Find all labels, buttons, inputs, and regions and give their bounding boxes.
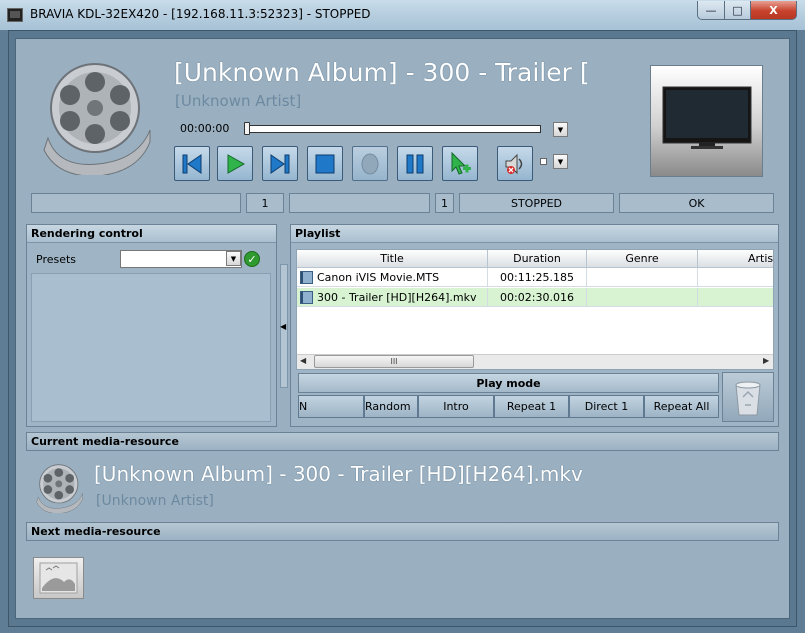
video-file-icon bbox=[300, 291, 313, 304]
remove-from-playlist-button[interactable] bbox=[722, 372, 774, 422]
image-placeholder-icon bbox=[39, 562, 78, 594]
row-title: 300 - Trailer [HD][H264].mkv bbox=[317, 291, 477, 304]
speaker-mute-icon bbox=[505, 153, 523, 174]
stop-button[interactable] bbox=[307, 146, 343, 181]
recycle-bin-icon bbox=[735, 381, 761, 416]
play-mode-intro[interactable]: Intro bbox=[418, 395, 494, 418]
scroll-right-arrow-icon[interactable]: ▶ bbox=[763, 356, 769, 365]
add-cursor-icon bbox=[451, 151, 471, 175]
minimize-button[interactable]: — bbox=[697, 1, 725, 20]
tv-app-icon bbox=[7, 8, 23, 22]
presets-label: Presets bbox=[36, 253, 77, 266]
presets-select[interactable] bbox=[120, 250, 242, 268]
scrollbar-thumb[interactable]: III bbox=[314, 355, 474, 368]
presets-dropdown-button[interactable]: ▼ bbox=[226, 251, 241, 266]
window-title: BRAVIA KDL-32EX420 - [192.168.11.3:52323… bbox=[30, 7, 371, 21]
playlist-row-selected[interactable]: 300 - Trailer [HD][H264].mkv 00:02:30.01… bbox=[297, 288, 773, 307]
play-mode-random-label: Random bbox=[365, 400, 411, 413]
tv-icon bbox=[662, 86, 752, 149]
status-state: STOPPED bbox=[459, 193, 614, 213]
column-header-duration[interactable]: Duration bbox=[488, 250, 587, 268]
film-reel-icon bbox=[43, 63, 151, 175]
record-button[interactable] bbox=[352, 146, 388, 181]
status-count-right: 1 bbox=[435, 193, 454, 213]
row-artist bbox=[698, 288, 773, 307]
track-title: [Unknown Album] - 300 - Trailer [HD][H26… bbox=[174, 58, 588, 87]
playlist-row[interactable]: Canon iVIS Movie.MTS 00:11:25.185 bbox=[297, 268, 773, 287]
pause-button[interactable] bbox=[397, 146, 433, 181]
row-title: Canon iVIS Movie.MTS bbox=[317, 271, 440, 284]
seek-dropdown-button[interactable]: ▼ bbox=[553, 122, 568, 137]
elapsed-time: 00:00:00 bbox=[180, 122, 230, 135]
play-icon bbox=[227, 153, 246, 174]
next-media-header: Next media-resource bbox=[26, 522, 779, 541]
volume-indicator bbox=[540, 158, 547, 165]
row-duration: 00:11:25.185 bbox=[488, 268, 587, 287]
film-reel-icon bbox=[36, 464, 83, 513]
status-field-1 bbox=[31, 193, 241, 213]
scroll-left-arrow-icon[interactable]: ◀ bbox=[300, 356, 306, 365]
next-button[interactable] bbox=[262, 146, 298, 181]
column-header-artist[interactable]: Artist bbox=[698, 250, 773, 268]
play-mode-repeat-all[interactable]: Repeat All bbox=[644, 395, 719, 418]
row-duration: 00:02:30.016 bbox=[488, 288, 587, 307]
playlist-grid[interactable]: Title Duration Genre Artist Canon iVIS M… bbox=[296, 249, 774, 370]
status-field-2 bbox=[289, 193, 430, 213]
volume-dropdown-button[interactable]: ▼ bbox=[553, 154, 568, 169]
play-mode-normal-label: Normal bbox=[299, 400, 307, 413]
play-button[interactable] bbox=[217, 146, 253, 181]
previous-icon bbox=[182, 153, 202, 174]
playlist-title: Playlist bbox=[291, 225, 778, 243]
previous-button[interactable] bbox=[174, 146, 210, 181]
seek-slider-thumb[interactable] bbox=[244, 122, 250, 135]
mute-button[interactable] bbox=[497, 146, 533, 181]
rendering-control-content bbox=[31, 273, 271, 422]
video-file-icon bbox=[300, 271, 313, 284]
current-media-artist: [Unknown Artist] bbox=[96, 493, 214, 509]
current-media-title: [Unknown Album] - 300 - Trailer [HD][H26… bbox=[94, 462, 583, 486]
column-header-title[interactable]: Title bbox=[297, 250, 488, 268]
device-preview bbox=[650, 65, 763, 177]
row-title-cell: Canon iVIS Movie.MTS bbox=[297, 268, 488, 287]
pause-icon bbox=[406, 154, 424, 173]
rendering-control-title: Rendering control bbox=[27, 225, 276, 243]
stop-icon bbox=[315, 154, 335, 173]
current-media-header: Current media-resource bbox=[26, 432, 779, 451]
row-artist bbox=[698, 268, 773, 287]
add-to-playlist-button[interactable] bbox=[442, 146, 478, 181]
collapse-arrow-icon[interactable]: ◀ bbox=[280, 322, 286, 331]
row-title-cell: 300 - Trailer [HD][H264].mkv bbox=[297, 288, 488, 307]
play-mode-random[interactable]: Random bbox=[364, 395, 418, 418]
maximize-button[interactable]: □ bbox=[724, 1, 751, 20]
row-genre bbox=[587, 288, 698, 307]
apply-preset-icon[interactable]: ✓ bbox=[244, 251, 260, 267]
seek-slider[interactable] bbox=[245, 125, 541, 133]
next-icon bbox=[270, 153, 290, 174]
column-header-genre[interactable]: Genre bbox=[587, 250, 698, 268]
next-media-thumbnail bbox=[33, 557, 84, 599]
status-count-left: 1 bbox=[246, 193, 284, 213]
play-mode-repeat-1[interactable]: Repeat 1 bbox=[494, 395, 569, 418]
status-result: OK bbox=[619, 193, 774, 213]
play-mode-normal[interactable]: Normal bbox=[298, 395, 364, 418]
play-mode-direct-1[interactable]: Direct 1 bbox=[569, 395, 644, 418]
row-genre bbox=[587, 268, 698, 287]
track-artist: [Unknown Artist] bbox=[175, 92, 302, 110]
close-button[interactable]: X bbox=[750, 1, 797, 20]
play-mode-header: Play mode bbox=[298, 373, 719, 393]
record-icon bbox=[361, 153, 379, 174]
